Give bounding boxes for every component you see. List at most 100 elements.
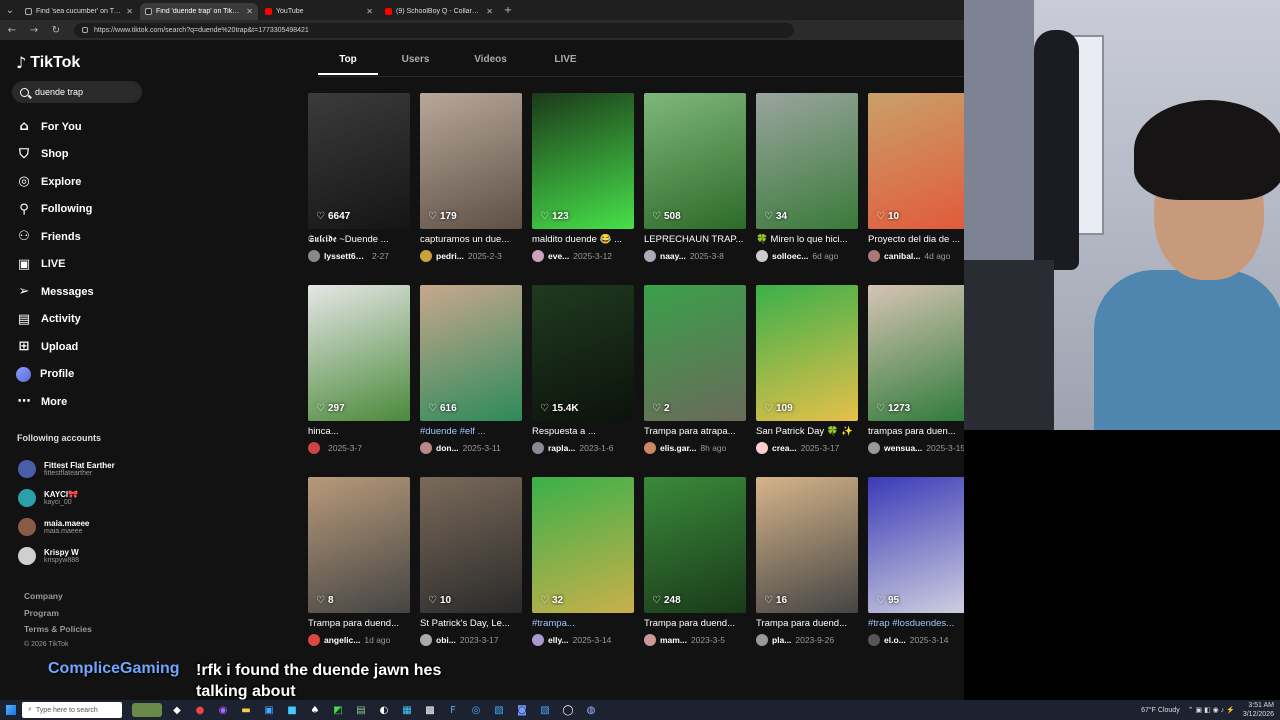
app-icon[interactable]: F [445,703,461,717]
video-title[interactable]: 🍀 Miren lo que hici... [756,234,858,245]
tray-icons[interactable]: ⌃ ▣ ◧ ◉ ♪ ⚡ [1188,706,1235,714]
video-card[interactable]: ♡ 297 hinca... 2025-3-7 [308,285,410,454]
following-account[interactable]: Fittest Flat Earther fittestflatearther [18,454,115,483]
video-card[interactable]: ♡ 508 LEPRECHAUN TRAP... naay... 2025-3-8 [644,93,746,262]
nav-item-more[interactable]: ⋯ More [16,388,94,416]
app-icon[interactable]: ◆ [169,703,185,717]
tiktok-logo[interactable]: ♪ TikTok [16,53,80,72]
author-name[interactable]: naay... [660,251,686,261]
weather-text[interactable]: 67°F Cloudy [1141,707,1180,714]
nav-item-following[interactable]: ⚲ Following [16,196,94,224]
browser-tab[interactable]: (9) SchoolBoy Q - Collard Greens ✕ [380,3,498,20]
author-name[interactable]: don... [436,443,459,453]
video-title[interactable]: #trap #losduendes... [868,618,964,629]
video-thumbnail[interactable]: ♡ 95 [868,477,964,613]
start-button[interactable] [0,700,22,720]
search-input[interactable]: duende trap [35,87,83,97]
site-info-icon[interactable] [82,27,88,33]
tab-users[interactable]: Users [378,54,453,75]
reload-icon[interactable]: ↻ [46,20,66,40]
video-card[interactable]: ♡ 10 Proyecto del dia de ... canibal... 4d a… [868,93,964,262]
author-avatar[interactable] [868,442,880,454]
app-icon[interactable]: ◐ [376,703,392,717]
video-title[interactable]: St Patrick's Day, Le... [420,618,522,629]
folder-icon[interactable]: ▬ [238,703,254,717]
video-thumbnail[interactable]: ♡ 123 [532,93,634,229]
video-title[interactable]: hinca... [308,426,410,437]
close-icon[interactable]: ✕ [246,7,253,16]
following-account[interactable]: Krispy Wkrispyw888 [18,541,115,570]
author-avatar[interactable] [532,250,544,262]
video-title[interactable]: Trampa para duend... [644,618,746,629]
video-title[interactable]: 𝕾𝖚𝖑𝖈𝖎𝖉𝖊 ~Duende ... [308,234,410,245]
browser-tab[interactable]: Find 'duende trap' on TikTok | Tik✕ [140,3,258,20]
author-avatar[interactable] [308,442,320,454]
author-name[interactable]: obi... [436,635,456,645]
video-card[interactable]: ♡ 123 maldito duende 😂 ... eve... 2025-3-12 [532,93,634,262]
app-icon[interactable]: ■ [284,703,300,717]
video-thumbnail[interactable]: ♡ 248 [644,477,746,613]
video-title[interactable]: #duende #elf ... [420,426,522,437]
author-name[interactable]: mam... [660,635,687,645]
nav-item-friends[interactable]: ⚇ Friends [16,223,94,251]
video-thumbnail[interactable]: ♡ 109 [756,285,858,421]
video-card[interactable]: ♡ 1273 trampas para duen... wensua... 2025-3… [868,285,964,454]
app-icon[interactable]: ▣ [261,703,277,717]
browser-tab[interactable]: YouTube ✕ [260,3,378,20]
author-avatar[interactable] [756,250,768,262]
widget-icon[interactable] [132,703,162,717]
video-thumbnail[interactable]: ♡ 179 [420,93,522,229]
back-icon[interactable]: ← [2,20,22,40]
tab-top[interactable]: Top [318,54,378,75]
clock[interactable]: 3:51 AM 3/12/2026 [1243,701,1274,719]
video-card[interactable]: ♡ 2 Trampa para atrapa... elis.gar... 8h ago [644,285,746,454]
app-icon[interactable]: ◎ [468,703,484,717]
video-thumbnail[interactable]: ♡ 15.4K [532,285,634,421]
app-icon[interactable]: ♠ [307,703,323,717]
author-avatar[interactable] [756,634,768,646]
app-icon[interactable]: ▤ [353,703,369,717]
obs-icon[interactable]: ◯ [560,703,576,717]
video-card[interactable]: ♡ 248 Trampa para duend... mam... 2023-3-5 [644,477,746,646]
video-card[interactable]: ♡ 179 capturamos un due... pedri... 2025-2-3 [420,93,522,262]
author-avatar[interactable] [644,634,656,646]
video-title[interactable]: capturamos un due... [420,234,522,245]
author-avatar[interactable] [868,250,880,262]
author-name[interactable]: eve... [548,251,569,261]
video-card[interactable]: ♡ 6647 𝕾𝖚𝖑𝖈𝖎𝖉𝖊 ~Duende ... lyssett6661 2-27 [308,93,410,262]
video-card[interactable]: ♡ 95 #trap #losduendes... el.o... 2025-3-14 [868,477,964,646]
author-avatar[interactable] [644,250,656,262]
author-name[interactable]: angelic... [324,635,360,645]
video-card[interactable]: ♡ 8 Trampa para duend... angelic... 1d ago [308,477,410,646]
author-avatar[interactable] [644,442,656,454]
author-avatar[interactable] [308,634,320,646]
nav-item-profile[interactable]: Profile [16,361,94,389]
author-avatar[interactable] [420,442,432,454]
author-avatar[interactable] [868,634,880,646]
video-thumbnail[interactable]: ♡ 2 [644,285,746,421]
nav-item-upload[interactable]: ⊞ Upload [16,333,94,361]
nav-item-activity[interactable]: ▤ Activity [16,306,94,334]
video-title[interactable]: maldito duende 😂 ... [532,234,634,245]
nav-item-shop[interactable]: ⛉ Shop [16,141,94,169]
author-avatar[interactable] [308,250,320,262]
author-avatar[interactable] [532,442,544,454]
video-title[interactable]: Trampa para duend... [756,618,858,629]
author-name[interactable]: pla... [772,635,791,645]
app-icon[interactable]: ▩ [422,703,438,717]
video-title[interactable]: #trampa... [532,618,634,629]
video-card[interactable]: ♡ 16 Trampa para duend... pla... 2023-9-26 [756,477,858,646]
app-icon[interactable]: ◉ [215,703,231,717]
author-name[interactable]: lyssett6661 [324,251,368,261]
video-thumbnail[interactable]: ♡ 508 [644,93,746,229]
search-box[interactable]: duende trap [12,81,142,103]
close-icon[interactable]: ✕ [126,7,133,16]
video-thumbnail[interactable]: ♡ 8 [308,477,410,613]
video-thumbnail[interactable]: ♡ 1273 [868,285,964,421]
tab-search-icon[interactable]: ⌄ [0,0,20,20]
browser-tab[interactable]: Find 'sea cucumber' on TikTok | Ti✕ [20,3,138,20]
close-icon[interactable]: ✕ [366,7,373,16]
author-name[interactable]: wensua... [884,443,922,453]
video-title[interactable]: LEPRECHAUN TRAP... [644,234,746,245]
video-card[interactable]: ♡ 616 #duende #elf ... don... 2025-3-11 [420,285,522,454]
